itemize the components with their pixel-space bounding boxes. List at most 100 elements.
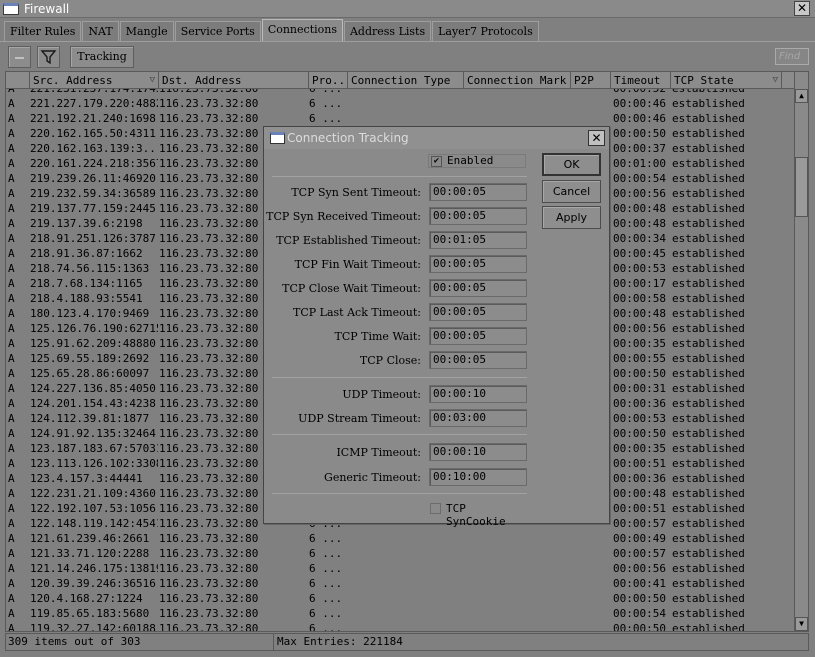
timeout-cell: 00:00:57 (613, 547, 666, 560)
src-address-cell: 218.7.68.134:1165 (30, 277, 143, 290)
tcp-syn-received-field[interactable]: 00:00:05 (429, 207, 527, 225)
src-address-cell: 125.65.28.86:60097 (30, 367, 150, 380)
find-input[interactable]: Find (775, 48, 809, 65)
tcp-last-ack-field[interactable]: 00:00:05 (429, 303, 527, 321)
src-address-cell: 119.85.65.183:5680 (30, 607, 150, 620)
tcp-state-cell: established (672, 457, 745, 470)
dialog-titlebar: Connection Tracking ✕ (264, 127, 609, 149)
window-icon (3, 3, 19, 15)
row-flag: A (8, 382, 15, 395)
src-address-cell: 218.4.188.93:5541 (30, 292, 143, 305)
remove-button[interactable] (8, 46, 31, 68)
tcp-state-cell: established (672, 412, 745, 425)
tcp-state-cell: established (672, 367, 745, 380)
connection-tracking-dialog: Connection Tracking ✕ ✔ Enabled OK Cance… (263, 126, 610, 528)
scrollbar-thumb[interactable] (795, 157, 808, 217)
max-entries: Max Entries: 221184 (277, 635, 403, 648)
udp-timeout-field[interactable]: 00:00:10 (429, 385, 527, 403)
table-row[interactable]: A 121.33.71.120:2288 116.23.73.32:80 6 ... 0… (6, 546, 796, 561)
sort-arrow-icon: ▽ (149, 75, 155, 85)
column-header-timeout[interactable]: Timeout (611, 72, 671, 89)
timeout-cell: 00:00:45 (613, 247, 666, 260)
tab-address-lists[interactable]: Address Lists (343, 21, 432, 41)
window-titlebar: Firewall ✕ (0, 0, 815, 18)
apply-button[interactable]: Apply (542, 206, 601, 229)
column-header-p2p[interactable]: P2P (571, 72, 611, 89)
column-header-flag[interactable] (6, 72, 30, 89)
table-row[interactable]: A 119.32.27.142:60188 116.23.73.32:80 6 ...… (6, 621, 796, 631)
table-row[interactable]: A 120.39.39.246:36516 116.23.73.32:80 6 ...… (6, 576, 796, 591)
src-address-cell: 180.123.4.170:9469 (30, 307, 150, 320)
timeout-cell: 00:00:46 (613, 97, 666, 110)
tcp-close-wait-field[interactable]: 00:00:05 (429, 279, 527, 297)
src-address-cell: 124.91.92.135:32464 (30, 427, 156, 440)
table-row[interactable]: A 221.227.179.220:4882 116.23.73.32:80 6 ..… (6, 96, 796, 111)
tab-layer7-protocols[interactable]: Layer7 Protocols (432, 21, 539, 41)
timeout-cell: 00:00:56 (613, 562, 666, 575)
tcp-syn-sent-field[interactable]: 00:00:05 (429, 183, 527, 201)
row-flag: A (8, 577, 15, 590)
row-flag: A (8, 412, 15, 425)
column-header-tcp-state[interactable]: TCP State ▽ (671, 72, 782, 89)
ok-button[interactable]: OK (542, 153, 601, 176)
row-flag: A (8, 607, 15, 620)
timeout-cell: 00:00:37 (613, 142, 666, 155)
tab-connections[interactable]: Connections (261, 19, 343, 41)
vertical-scrollbar[interactable]: ▲ ▼ (794, 72, 808, 631)
protocol-cell: 6 ... (309, 112, 343, 125)
tcp-syncookie-checkbox[interactable]: TCP SynCookie (428, 501, 526, 528)
dst-address-cell: 116.23.73.32:80 (159, 607, 259, 620)
table-row[interactable]: A 119.85.65.183:5680 116.23.73.32:80 6 ... 0… (6, 606, 796, 621)
column-header-src-address[interactable]: Src. Address ▽ (30, 72, 159, 89)
protocol-cell: 6 ... (309, 89, 345, 96)
tcp-fin-wait-field[interactable]: 00:00:05 (429, 255, 527, 273)
timeout-cell: 00:00:41 (613, 577, 666, 590)
enabled-checkbox[interactable]: ✔ Enabled (428, 154, 526, 168)
table-row[interactable]: A 121.61.239.46:2661 116.23.73.32:80 6 ... 0… (6, 531, 796, 546)
window-close-button[interactable]: ✕ (794, 1, 810, 16)
generic-timeout-field[interactable]: 00:10:00 (429, 468, 527, 486)
src-address-cell: 220.161.224.218:3567 (30, 157, 158, 170)
tcp-state-cell: established (672, 592, 745, 605)
tcp-state-cell: established (672, 217, 745, 230)
column-header-connection-mark[interactable]: Connection Mark (464, 72, 571, 89)
tab-nat[interactable]: NAT (82, 21, 119, 41)
row-flag: A (8, 592, 15, 605)
icmp-timeout-field[interactable]: 00:00:10 (429, 443, 527, 461)
table-row[interactable]: A 121.14.246.175:13819 116.23.73.32:80 6 ..… (6, 561, 796, 576)
icmp-timeout-label: ICMP Timeout: (336, 446, 421, 459)
tab-bar: Filter Rules NAT Mangle Service Ports Co… (4, 19, 540, 41)
tcp-close-field[interactable]: 00:00:05 (429, 351, 527, 369)
scroll-down-arrow-icon[interactable]: ▼ (795, 617, 808, 631)
tcp-syn-received-label: TCP Syn Received Timeout: (266, 210, 421, 223)
filter-button[interactable] (37, 46, 60, 68)
table-row[interactable]: A 120.4.168.27:1224 116.23.73.32:80 6 ... 00… (6, 591, 796, 606)
udp-stream-timeout-field[interactable]: 00:03:00 (429, 409, 527, 427)
column-header-dst-address[interactable]: Dst. Address (159, 72, 309, 89)
src-address-cell: 120.39.39.246:36516 (30, 577, 156, 590)
tab-filter-rules[interactable]: Filter Rules (4, 21, 82, 41)
tab-mangle[interactable]: Mangle (119, 21, 174, 41)
tracking-button[interactable]: Tracking (70, 46, 134, 68)
separator (272, 434, 527, 435)
timeout-cell: 00:00:56 (613, 322, 666, 335)
row-flag: A (8, 202, 15, 215)
protocol-cell: 6 ... (309, 607, 343, 620)
cancel-button[interactable]: Cancel (542, 180, 601, 203)
tcp-state-cell: established (672, 277, 745, 290)
table-row[interactable]: A221.231.237.174:1743116.23.73.32:80 6 ..… (6, 89, 796, 96)
row-flag: A (8, 547, 15, 560)
protocol-cell: 6 ... (309, 532, 343, 545)
tab-service-ports[interactable]: Service Ports (174, 21, 261, 41)
scroll-up-arrow-icon[interactable]: ▲ (795, 89, 808, 103)
tcp-time-wait-field[interactable]: 00:00:05 (429, 327, 527, 345)
dialog-close-button[interactable]: ✕ (588, 130, 605, 146)
timeout-cell: 00:00:48 (613, 307, 666, 320)
tcp-state-cell: established (672, 352, 745, 365)
table-row[interactable]: A 221.192.21.240:1698 116.23.73.32:80 6 ...… (6, 111, 796, 126)
tcp-state-cell: established (672, 187, 745, 200)
tcp-established-field[interactable]: 00:01:05 (429, 231, 527, 249)
src-address-cell: 121.14.246.175:13819 (30, 562, 158, 575)
column-header-connection-type[interactable]: Connection Type (348, 72, 464, 89)
column-header-protocol[interactable]: Pro... (309, 72, 348, 89)
